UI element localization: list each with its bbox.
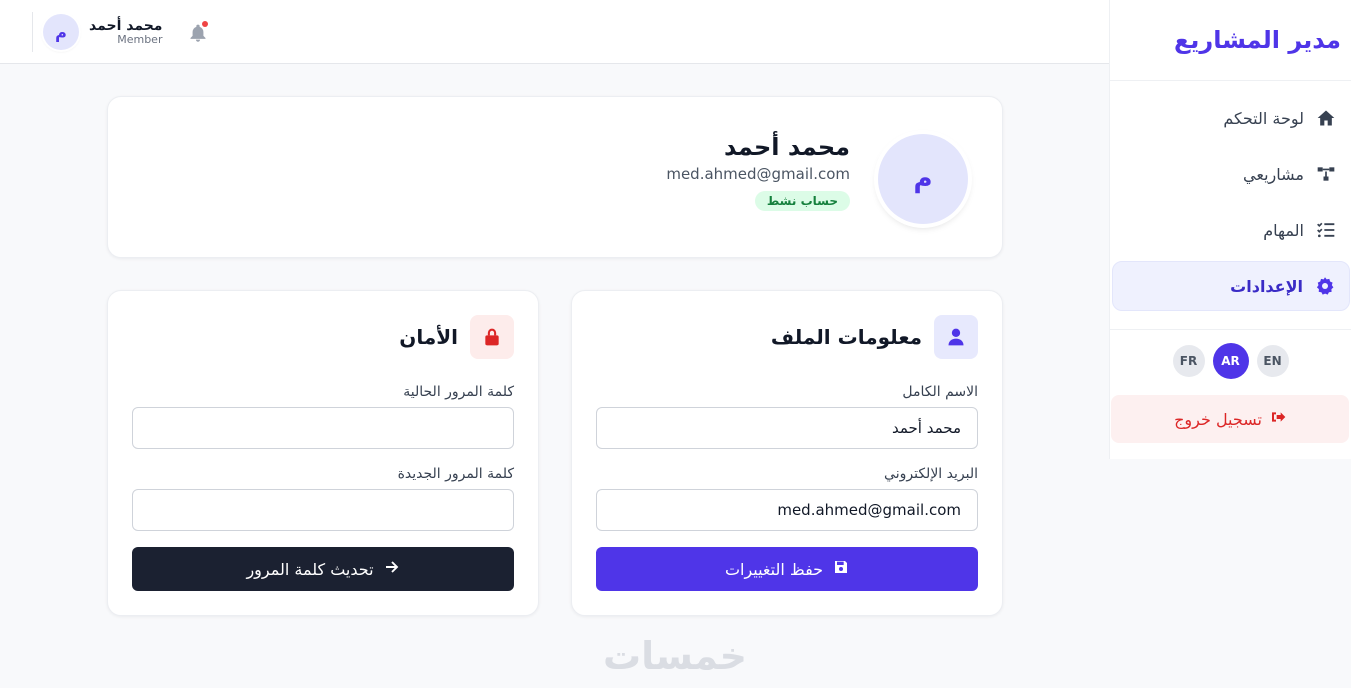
avatar[interactable]: م — [43, 14, 79, 50]
update-password-label: تحديث كلمة المرور — [246, 559, 374, 579]
lock-icon — [470, 315, 514, 359]
email-label: البريد الإلكتروني — [884, 466, 978, 482]
header-user-role: Member — [117, 32, 163, 46]
panel-title: الأمان — [399, 325, 458, 349]
save-icon — [833, 559, 849, 579]
notification-dot — [202, 21, 208, 27]
lang-en-button[interactable]: EN — [1256, 345, 1289, 377]
home-icon — [1316, 108, 1336, 128]
panel-header: معلومات الملف — [771, 315, 978, 359]
user-menu[interactable]: م محمد أحمد Member — [32, 10, 162, 54]
brand-header: مدير المشاريع — [1110, 0, 1351, 81]
status-badge: حساب نشط — [754, 191, 850, 211]
lang-ar-button[interactable]: AR — [1212, 343, 1249, 379]
panel-title: معلومات الملف — [770, 325, 922, 349]
profile-info-panel: معلومات الملف الاسم الكامل محمد أحمد الب… — [571, 290, 1003, 616]
panel-header: الأمان — [399, 315, 514, 359]
sidebar-nav: لوحة التحكم مشاريعي المهام الإعدادات — [1110, 81, 1351, 330]
sidebar-item-label: المهام — [1263, 220, 1304, 240]
sidebar-item-projects[interactable]: مشاريعي — [1112, 149, 1350, 199]
gear-icon — [1315, 276, 1335, 296]
arrow-right-icon — [384, 559, 400, 579]
user-icon — [934, 315, 978, 359]
logout-label: تسجيل خروج — [1174, 409, 1262, 429]
sidebar-item-dashboard[interactable]: لوحة التحكم — [1112, 93, 1350, 143]
project-diagram-icon — [1316, 164, 1336, 184]
save-button[interactable]: حفظ التغييرات — [596, 547, 978, 591]
sidebar-item-label: الإعدادات — [1230, 276, 1303, 296]
update-password-button[interactable]: تحديث كلمة المرور — [132, 547, 514, 591]
email-field[interactable]: med.ahmed@gmail.com — [596, 489, 978, 531]
new-password-label: كلمة المرور الجديدة — [397, 466, 514, 482]
top-header: م محمد أحمد Member — [0, 0, 1109, 64]
current-password-input[interactable] — [132, 407, 514, 449]
current-password-label: كلمة المرور الحالية — [403, 384, 514, 400]
sidebar-item-label: مشاريعي — [1243, 164, 1304, 184]
language-switcher: FR AR EN — [1110, 330, 1351, 379]
new-password-input[interactable] — [132, 489, 514, 531]
lang-fr-button[interactable]: FR — [1172, 345, 1205, 377]
profile-name: محمد أحمد — [724, 133, 850, 161]
profile-avatar[interactable]: م — [878, 134, 968, 224]
full-name-label: الاسم الكامل — [902, 384, 978, 400]
sign-out-icon — [1270, 409, 1286, 429]
header-divider — [32, 12, 33, 52]
notifications-bell-icon[interactable] — [188, 21, 208, 44]
tasks-list-icon — [1316, 220, 1336, 240]
user-info: محمد أحمد Member — [89, 18, 162, 47]
sidebar-item-settings[interactable]: الإعدادات — [1112, 261, 1350, 311]
footer-logo: خمسات — [603, 634, 747, 678]
sidebar-item-label: لوحة التحكم — [1223, 108, 1304, 128]
full-name-input[interactable]: محمد أحمد — [596, 407, 978, 449]
sidebar: مدير المشاريع لوحة التحكم مشاريعي المهام… — [1109, 0, 1351, 459]
security-panel: الأمان كلمة المرور الحالية كلمة المرور ا… — [107, 290, 539, 616]
logout-button[interactable]: تسجيل خروج — [1111, 395, 1349, 443]
profile-email: med.ahmed@gmail.com — [666, 165, 850, 183]
profile-info: محمد أحمد med.ahmed@gmail.com حساب نشط — [666, 133, 850, 211]
header-user-name: محمد أحمد — [89, 17, 163, 34]
sidebar-item-tasks[interactable]: المهام — [1112, 205, 1350, 255]
save-label: حفظ التغييرات — [724, 559, 824, 579]
profile-summary-card: م محمد أحمد med.ahmed@gmail.com حساب نشط — [107, 96, 1003, 258]
app-brand-title[interactable]: مدير المشاريع — [1174, 26, 1341, 54]
